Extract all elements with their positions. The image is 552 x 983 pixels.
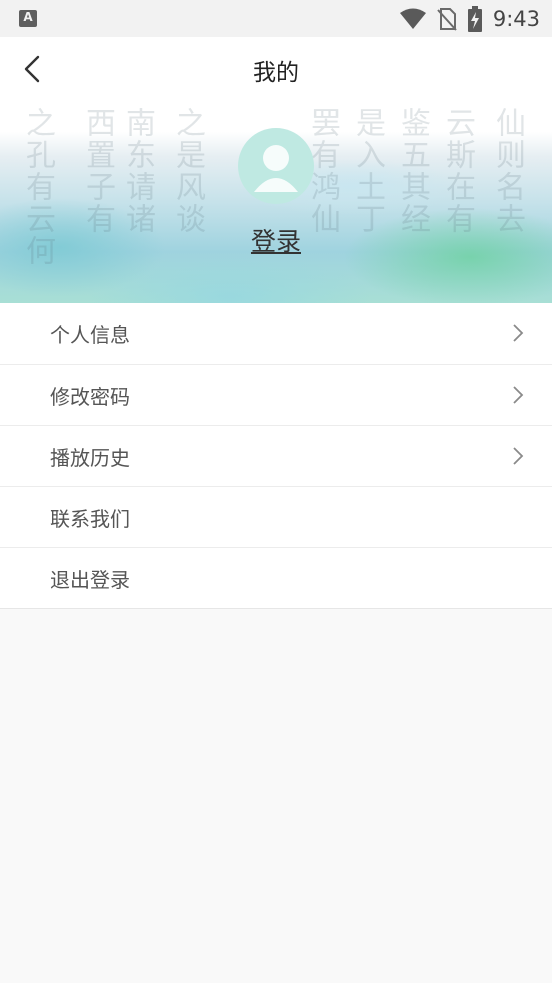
calligraphy-texture: 之是风谈: [170, 107, 205, 235]
calligraphy-texture: 云斯在有: [440, 107, 475, 235]
menu-item-contact-us[interactable]: 联系我们: [0, 486, 552, 547]
calligraphy-texture: 是入土丁: [350, 107, 385, 235]
login-label: 登录: [250, 227, 301, 256]
page-title: 我的: [253, 60, 299, 86]
chevron-right-icon: [513, 324, 524, 342]
menu-item-label: 个人信息: [50, 323, 130, 347]
avatar-placeholder-icon: [254, 145, 298, 192]
menu-item-label: 修改密码: [50, 385, 130, 409]
menu-item-logout[interactable]: 退出登录: [0, 547, 552, 608]
menu-item-label: 播放历史: [50, 446, 130, 470]
battery-charging-icon: [467, 6, 483, 32]
status-bar: A 9:43: [0, 0, 552, 37]
menu-item-change-password[interactable]: 修改密码: [0, 364, 552, 425]
menu-item-personal-info[interactable]: 个人信息: [0, 303, 552, 364]
login-link[interactable]: 登录: [0, 222, 552, 258]
wifi-icon: [399, 8, 427, 30]
status-indicators: 9:43: [399, 5, 540, 33]
menu-item-label: 联系我们: [50, 507, 130, 531]
chevron-right-icon: [513, 447, 524, 465]
menu-item-play-history[interactable]: 播放历史: [0, 425, 552, 486]
chevron-right-icon: [513, 386, 524, 404]
app-notification-icon: A: [19, 10, 37, 27]
no-sim-icon: [437, 7, 457, 31]
calligraphy-texture: 仙则名去: [490, 107, 525, 235]
calligraphy-texture: 鉴五其经: [395, 107, 430, 235]
calligraphy-texture: 南东请诸: [120, 107, 155, 235]
settings-menu: 个人信息 修改密码 播放历史 联系我们 退出登录: [0, 303, 552, 609]
calligraphy-texture: 西置子有: [80, 107, 115, 235]
avatar[interactable]: [238, 128, 314, 204]
header: 我的: [0, 37, 552, 103]
menu-item-label: 退出登录: [50, 568, 130, 592]
status-time: 9:43: [492, 7, 540, 31]
